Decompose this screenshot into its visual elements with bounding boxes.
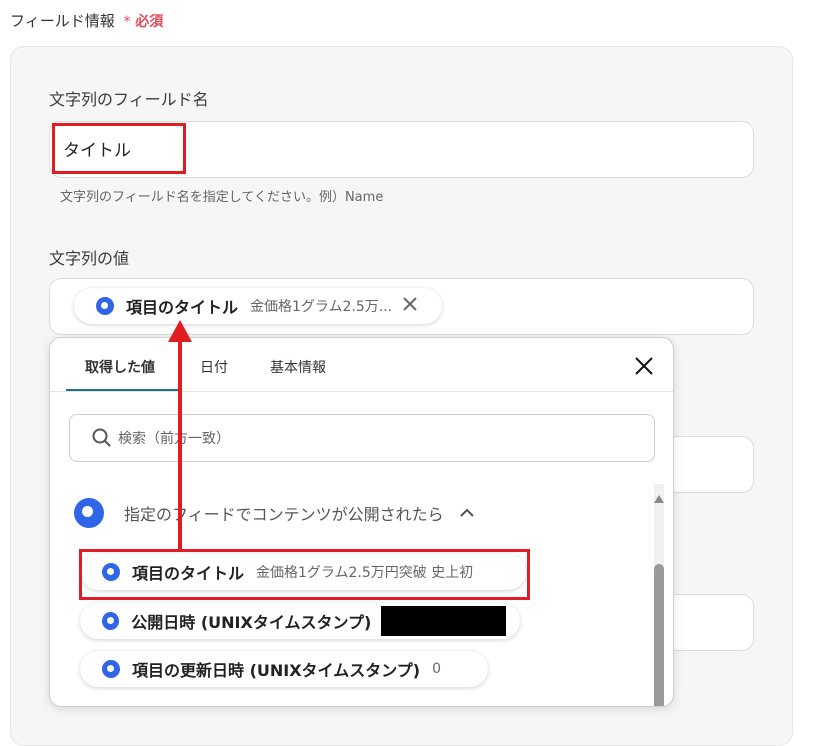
section-title: フィールド情報 * 必須	[10, 10, 163, 31]
trigger-icon	[74, 498, 104, 528]
field-name-help: 文字列のフィールド名を指定してください。例）Name	[60, 190, 384, 205]
chip-value: 金価格1グラム2.5万...	[250, 299, 393, 315]
required-label: 必須	[135, 14, 164, 30]
close-icon[interactable]	[634, 356, 654, 380]
field-name-value: タイトル	[63, 141, 131, 161]
highlight-box-item	[79, 549, 530, 600]
chip-remove-icon[interactable]	[402, 296, 418, 316]
section-title-text: フィールド情報	[10, 12, 115, 30]
field-name-label: 文字列のフィールド名	[49, 90, 209, 109]
item-name: 項目の更新日時 (UNIXタイムスタンプ)	[132, 661, 421, 680]
required-mark: *	[123, 14, 131, 30]
redacted-value	[381, 606, 506, 636]
tab-acquired-values[interactable]: 取得した値	[85, 357, 155, 377]
value-chip[interactable]: 項目のタイトル 金価格1グラム2.5万...	[74, 288, 442, 324]
search-input[interactable]: 検索（前方一致）	[69, 414, 655, 462]
item-value: 0	[432, 661, 441, 677]
chip-name: 項目のタイトル	[126, 298, 239, 317]
chevron-up-icon[interactable]	[459, 508, 474, 518]
tab-divider	[50, 391, 673, 392]
scroll-up-icon[interactable]	[654, 488, 664, 507]
value-picker-popup: 取得した値 日付 基本情報 検索（前方一致） 指定のフィードでコンテンツが公開さ…	[49, 337, 674, 707]
scrollbar-thumb[interactable]	[654, 564, 664, 706]
annotation-arrow	[168, 320, 192, 550]
tab-basic-info[interactable]: 基本情報	[270, 357, 326, 377]
list-item[interactable]: 公開日時 (UNIXタイムスタンプ)	[80, 603, 520, 639]
item-name: 公開日時 (UNIXタイムスタンプ)	[131, 613, 372, 632]
field-value-label: 文字列の値	[49, 249, 130, 268]
search-icon	[92, 428, 112, 448]
variable-icon	[102, 612, 120, 630]
variable-icon	[102, 660, 120, 678]
variable-icon	[96, 297, 114, 315]
tab-date[interactable]: 日付	[200, 357, 228, 377]
group-header[interactable]: 指定のフィードでコンテンツが公開されたら	[74, 498, 474, 528]
list-item[interactable]: 項目の更新日時 (UNIXタイムスタンプ) 0	[80, 651, 488, 687]
